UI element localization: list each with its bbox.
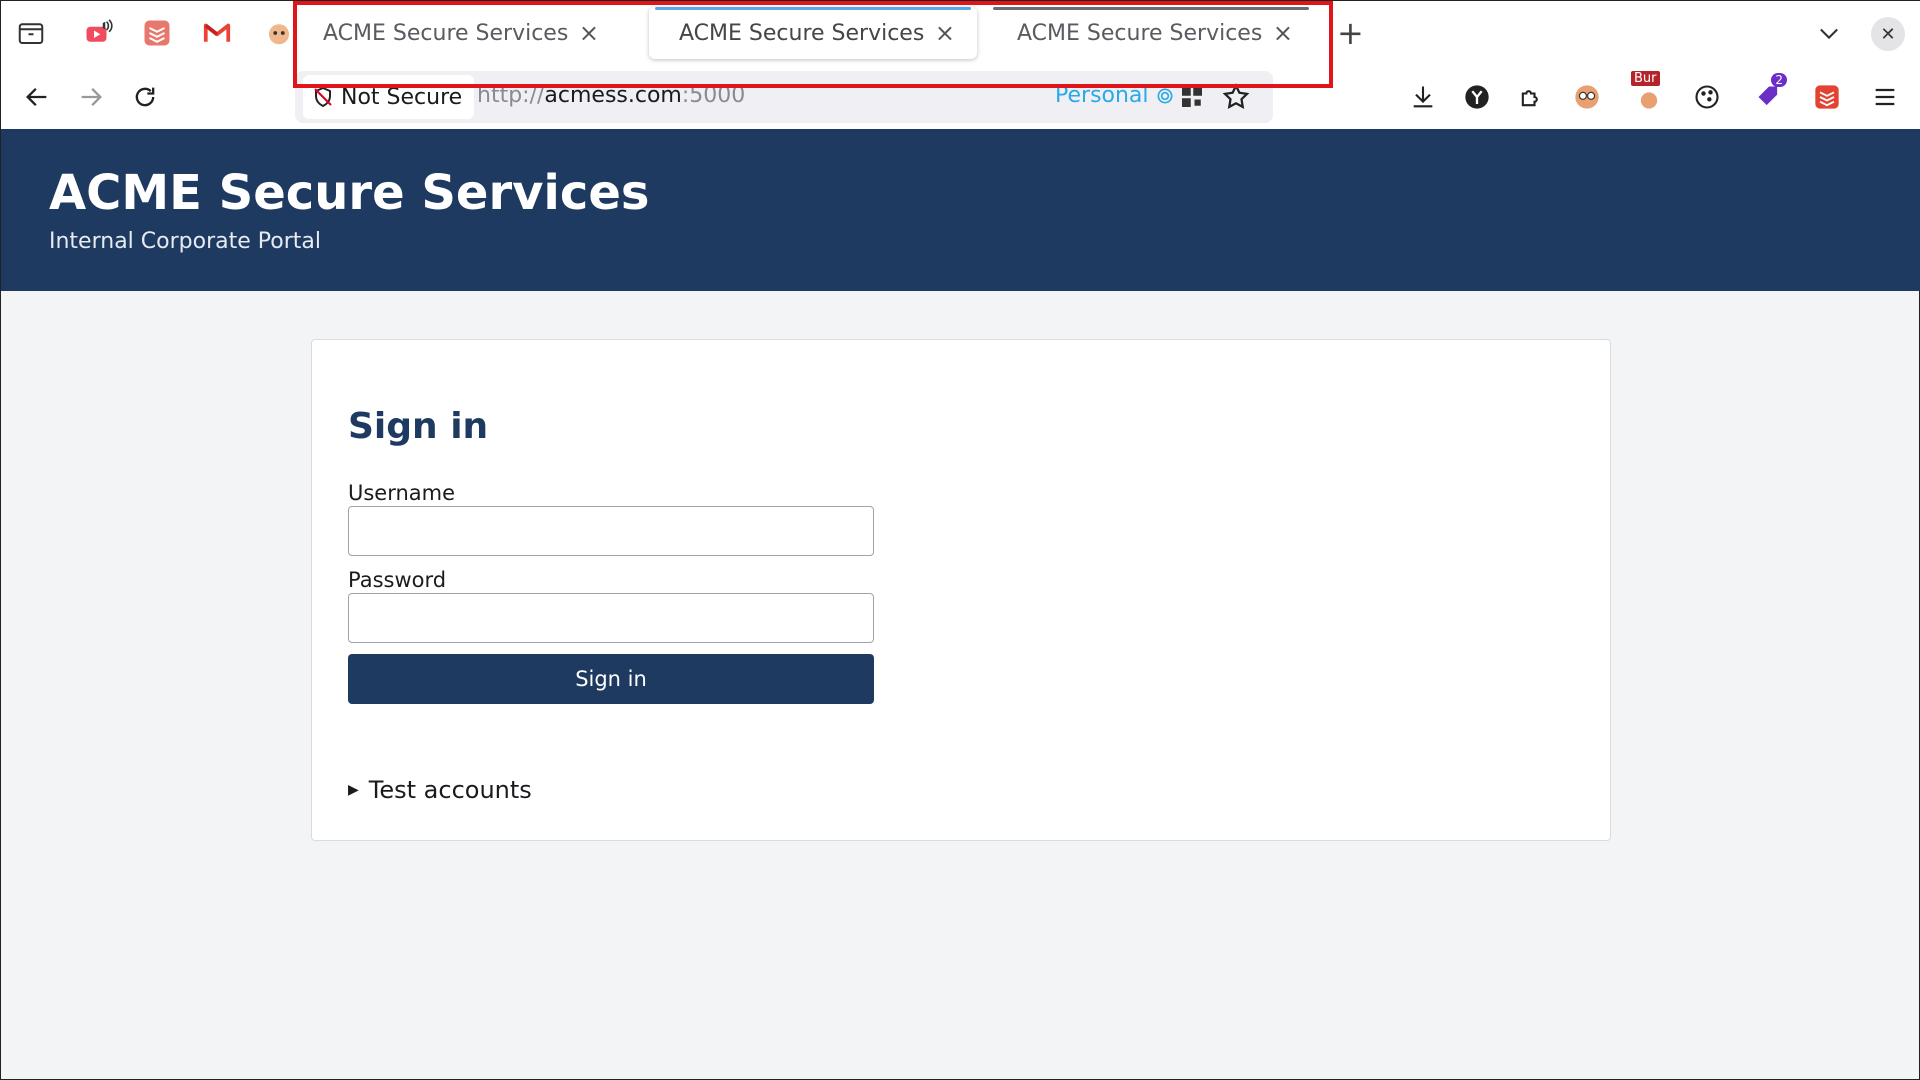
password-label: Password [348, 568, 447, 592]
url-host: acmess.com [544, 83, 682, 108]
url-bar[interactable]: Not Secure http://acmess.com:5000 Person… [295, 71, 1273, 123]
pinned-tab-youtube[interactable] [79, 13, 119, 53]
arrow-left-icon [26, 88, 47, 106]
tab-title: ACME Secure Services [679, 20, 925, 46]
qr-grid-icon[interactable] [1177, 82, 1207, 112]
hamburger-menu-icon [1875, 88, 1895, 106]
tab-list-button[interactable] [1815, 19, 1847, 51]
site-header: ACME Secure Services Internal Corporate … [1, 129, 1920, 291]
test-accounts-label: Test accounts [368, 776, 532, 804]
download-icon [1413, 86, 1433, 108]
tab-2-active[interactable]: ACME Secure Services × [649, 7, 977, 59]
tab-container-indicator [993, 7, 1309, 10]
active-tab-indicator [655, 7, 971, 10]
tab-close-icon[interactable]: × [1273, 21, 1293, 45]
close-icon: ✕ [1880, 23, 1896, 45]
url-port: :5000 [681, 83, 746, 108]
todoist-icon [1815, 85, 1839, 109]
extension-mascot-button[interactable] [1569, 79, 1605, 115]
container-label: Personal [1055, 83, 1149, 108]
security-label: Not Secure [341, 84, 463, 110]
url-scheme: http:// [477, 83, 545, 108]
fingerprint-icon [1157, 88, 1173, 103]
mascot-icon [269, 24, 289, 45]
username-input[interactable] [348, 506, 874, 556]
disclosure-triangle-icon: ▶ [348, 782, 359, 798]
extension-burp-button[interactable]: Bur [1631, 71, 1667, 115]
forward-button[interactable] [71, 77, 111, 117]
container-indicator[interactable]: Personal [1055, 83, 1175, 108]
tab-title: ACME Secure Services [323, 20, 569, 46]
cookie-icon [1695, 85, 1719, 109]
tab-1[interactable]: ACME Secure Services × [293, 7, 621, 59]
archive-icon [18, 23, 44, 44]
window-close-button[interactable]: ✕ [1871, 17, 1905, 51]
star-icon[interactable] [1221, 82, 1251, 112]
chevron-down-icon [1820, 28, 1838, 40]
tab-title: ACME Secure Services [1017, 20, 1263, 46]
tab-overview-button[interactable] [11, 13, 51, 53]
sign-in-button[interactable]: Sign in [348, 654, 874, 704]
tag-icon [1758, 86, 1778, 106]
burp-badge: Bur [1631, 71, 1660, 86]
site-title: ACME Secure Services [49, 165, 650, 221]
notification-badge: 2 [1771, 73, 1787, 87]
mascot-glasses-icon [1575, 85, 1599, 109]
extension-notification-button[interactable]: 2 [1751, 73, 1787, 115]
url-text[interactable]: http://acmess.com:5000 [477, 83, 745, 108]
pinned-tab-gmail[interactable] [197, 13, 237, 53]
username-label: Username [348, 481, 456, 505]
security-indicator[interactable]: Not Secure [303, 75, 475, 119]
tab-close-icon[interactable]: × [935, 21, 955, 45]
login-heading: Sign in [348, 406, 489, 447]
new-tab-button[interactable]: + [1337, 15, 1364, 51]
reload-button[interactable] [125, 77, 165, 117]
shield-slash-icon [314, 86, 332, 108]
login-card: Sign in Username Password Sign in ▶ Test… [311, 339, 1611, 841]
youtube-audio-icon [86, 19, 113, 42]
tab-close-icon[interactable]: × [579, 21, 599, 45]
burp-icon [1640, 92, 1658, 109]
app-menu-button[interactable] [1867, 79, 1903, 115]
back-button[interactable] [17, 77, 57, 117]
tab-bar: ACME Secure Services × ACME Secure Servi… [1, 1, 1920, 65]
extensions-button[interactable] [1513, 79, 1549, 115]
downloads-button[interactable] [1405, 79, 1441, 115]
todoist-extension-button[interactable] [1809, 79, 1845, 115]
tab-3[interactable]: ACME Secure Services × [987, 7, 1315, 59]
extension-y-button[interactable] [1459, 79, 1495, 115]
password-input[interactable] [348, 593, 874, 643]
y-extension-icon [1465, 85, 1489, 109]
puzzle-icon [1521, 90, 1538, 107]
gmail-icon [203, 23, 231, 42]
pinned-tab-todoist[interactable] [137, 13, 177, 53]
test-accounts-disclosure[interactable]: ▶ Test accounts [348, 776, 532, 804]
navigation-toolbar: Not Secure http://acmess.com:5000 Person… [1, 65, 1920, 129]
todoist-icon [144, 20, 170, 46]
site-subtitle: Internal Corporate Portal [49, 229, 321, 254]
cookie-extension-button[interactable] [1689, 79, 1725, 115]
reload-icon [135, 87, 155, 107]
arrow-right-icon [81, 88, 102, 106]
